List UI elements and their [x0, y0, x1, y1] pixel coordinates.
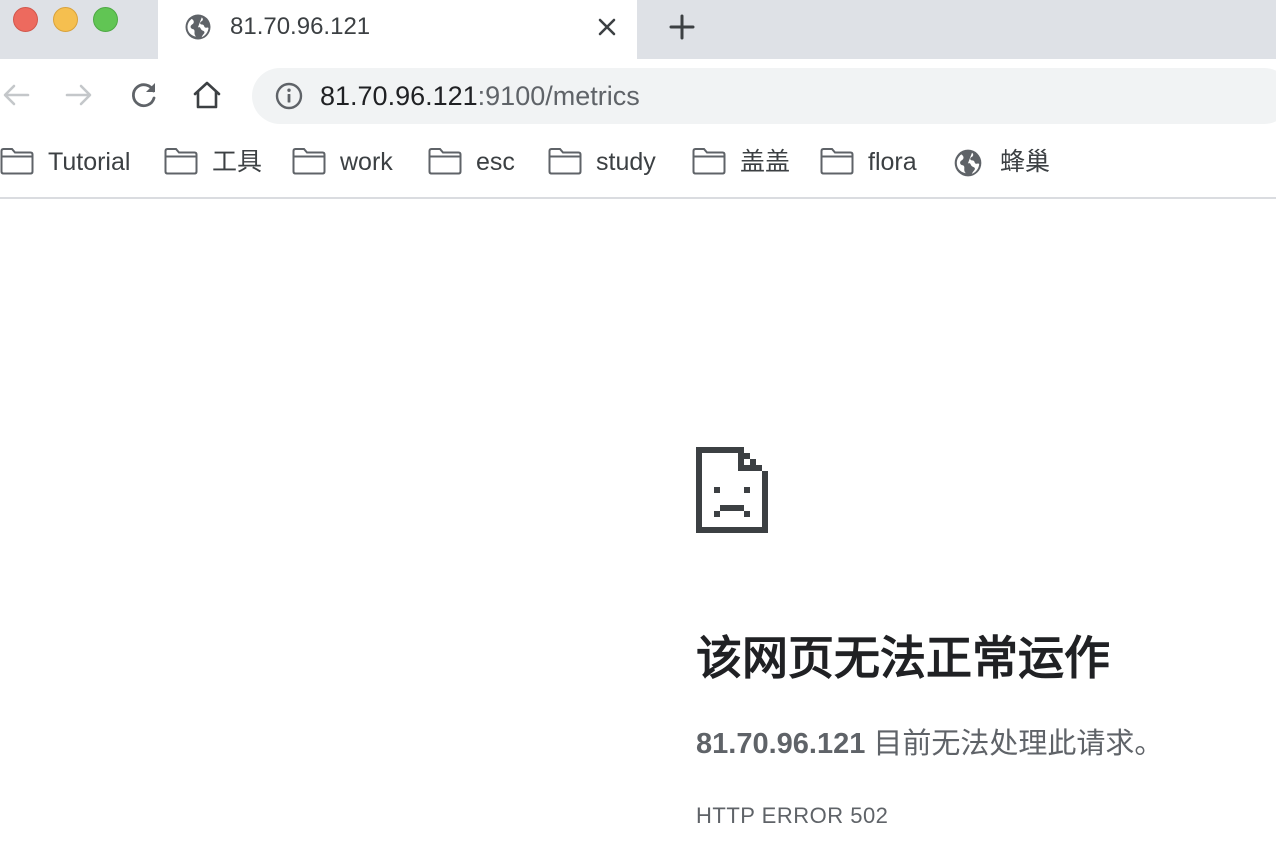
bookmark-gaigai[interactable]: 盖盖 — [692, 146, 790, 178]
bookmark-label: 盖盖 — [740, 148, 791, 176]
folder-icon — [292, 147, 326, 177]
tab-title: 81.70.96.121 — [230, 13, 371, 40]
bookmark-label: esc — [476, 148, 515, 176]
bookmark-tutorial[interactable]: Tutorial — [0, 146, 130, 178]
folder-icon — [820, 147, 854, 177]
folder-icon — [428, 147, 462, 177]
error-message: 目前无法处理此请求。 — [865, 728, 1164, 760]
url-text[interactable]: 81.70.96.121:9100/metrics — [320, 80, 640, 112]
bookmark-label: Tutorial — [48, 148, 131, 176]
browser-window: 81.70.96.121 81.70.96.121:9100/metrics T… — [0, 0, 1276, 862]
bookmark-tools[interactable]: 工具 — [164, 146, 262, 178]
window-minimize-button[interactable] — [53, 7, 78, 32]
error-description: 81.70.96.121 目前无法处理此请求。 — [696, 726, 1163, 762]
site-info-icon[interactable] — [274, 81, 304, 111]
folder-icon — [548, 147, 582, 177]
folder-icon — [0, 147, 34, 177]
error-code: HTTP ERROR 502 — [696, 803, 889, 828]
bookmark-esc[interactable]: esc — [428, 146, 515, 178]
bookmark-label: 工具 — [212, 148, 263, 176]
close-tab-icon[interactable] — [594, 14, 620, 40]
bookmark-label: study — [596, 148, 656, 176]
bookmark-label: 蜂巢 — [1000, 148, 1051, 176]
bookmark-study[interactable]: study — [548, 146, 656, 178]
reload-button[interactable] — [127, 78, 161, 112]
url-host: 81.70.96.121 — [320, 81, 478, 111]
bookmark-fengchao[interactable]: 蜂巢 — [952, 146, 1050, 178]
error-title: 该网页无法正常运作 — [696, 632, 1110, 684]
sad-page-icon — [696, 447, 768, 533]
error-host: 81.70.96.121 — [696, 728, 866, 760]
bookmark-label: work — [340, 148, 393, 176]
new-tab-button[interactable] — [666, 11, 698, 43]
bookmark-work[interactable]: work — [292, 146, 393, 178]
tab-strip: 81.70.96.121 — [0, 0, 1276, 59]
url-path: :9100/metrics — [477, 81, 640, 111]
bookmarks-bar: Tutorial 工具 work esc study 盖盖 flora 蜂巢 — [0, 133, 1276, 199]
folder-icon — [692, 147, 726, 177]
bookmark-flora[interactable]: flora — [820, 146, 917, 178]
window-maximize-button[interactable] — [93, 7, 118, 32]
back-button[interactable] — [0, 78, 34, 112]
globe-icon — [952, 147, 986, 177]
toolbar: 81.70.96.121:9100/metrics — [0, 59, 1276, 133]
home-button[interactable] — [190, 78, 224, 112]
folder-icon — [164, 147, 198, 177]
bookmark-label: flora — [868, 148, 917, 176]
globe-icon — [183, 12, 213, 42]
address-bar[interactable]: 81.70.96.121:9100/metrics — [252, 68, 1276, 124]
tab-active[interactable]: 81.70.96.121 — [158, 0, 637, 59]
window-close-button[interactable] — [13, 7, 38, 32]
page-content: 该网页无法正常运作 81.70.96.121 目前无法处理此请求。 HTTP E… — [0, 199, 1276, 862]
forward-button[interactable] — [62, 78, 96, 112]
